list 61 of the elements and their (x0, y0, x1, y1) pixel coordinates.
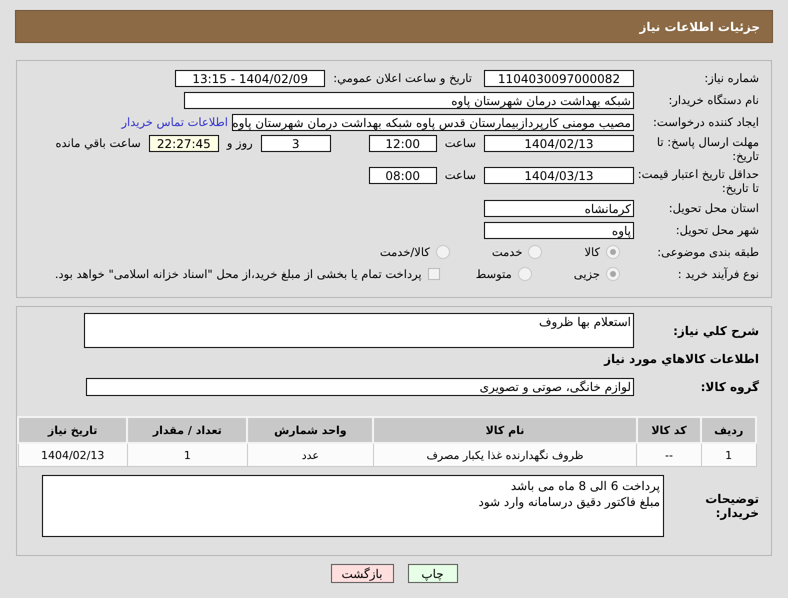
radio-button[interactable] (518, 267, 532, 281)
section-heading: اطلاعات کالاهاي مورد نیاز (604, 352, 760, 366)
field-label: تاریخ و ساعت اعلان عمومي: (333, 71, 472, 85)
remaining-label: ساعت باقي مانده (56, 135, 141, 152)
radio-label: کالا (584, 245, 600, 259)
checkbox-label: پرداخت تمام یا بخشی از مبلغ خرید،از محل "اسناد خزانه اسلامی" خواهد بود. (54, 267, 422, 281)
province-field[interactable]: کرمانشاه (484, 200, 634, 216)
column-header: کد کالا (636, 417, 702, 443)
column-header: تاریخ نیاز (18, 417, 128, 443)
goods-group-field[interactable]: لوازم خانگی، صوتی و تصویری (86, 378, 634, 396)
field-label: شرح کلي نیاز: (672, 324, 760, 338)
field-label: شهر محل تحویل: (674, 223, 760, 237)
field-label: حداقل تاریخ اعتبار قیمت: تا تاریخ: (636, 167, 760, 195)
radio-label: خدمت (492, 245, 522, 259)
field-label: توضیحات خریدار: (704, 492, 760, 520)
field-label: استان محل تحویل: (668, 201, 760, 215)
radio-label: متوسط (476, 267, 512, 281)
announce-date-field[interactable]: 1404/02/09 - 13:15 (175, 70, 326, 86)
days-field[interactable]: 3 (260, 135, 331, 152)
time-label: ساعت (444, 135, 476, 152)
radio-button[interactable] (606, 267, 620, 281)
field-label: شماره نیاز: (703, 71, 760, 85)
field-label: نوع فرآیند خرید : (676, 267, 760, 281)
need-number-field[interactable]: 1104030097000082 (484, 70, 634, 86)
radio-label: جزیی (574, 267, 600, 281)
table-cell: 1 (127, 443, 248, 466)
date-field[interactable]: 1404/02/13 (484, 135, 634, 152)
days-label: روز و (226, 135, 253, 152)
field-label: ایجاد کننده درخواست: (652, 115, 760, 129)
column-header: نام کالا (373, 417, 637, 443)
city-field[interactable]: پاوه (484, 222, 634, 238)
field-label: طبقه بندی موضوعی: (656, 245, 760, 259)
field-label: مهلت ارسال پاسخ: تا تاریخ: (656, 135, 760, 163)
field-label: گروه کالا: (700, 380, 760, 394)
checkbox[interactable] (428, 268, 440, 280)
buyer-notes-field[interactable]: پرداخت 6 الی 8 ماه می باشد مبلغ فاکتور دقیق درسامانه وارد شود (42, 475, 664, 537)
table-cell: عدد (247, 443, 374, 466)
time-label: ساعت (444, 167, 476, 184)
time-field[interactable]: 12:00 (368, 135, 437, 152)
creator-field[interactable]: مصیب مومنی کارپردازبیمارستان قدس پاوه شبکه بهداشت درمان شهرستان پاوه (232, 114, 634, 130)
date-field[interactable]: 1404/03/13 (484, 167, 634, 184)
radio-button[interactable] (436, 245, 450, 259)
back-button[interactable]: بازگشت (330, 564, 394, 583)
buyer-contact-link[interactable]: اطلاعات تماس خریدار (121, 115, 228, 129)
remaining-time-field: 22:27:45 (148, 135, 219, 152)
time-field[interactable]: 08:00 (368, 167, 437, 184)
column-header: واحد شمارش (247, 417, 374, 443)
buyer-field[interactable]: شبکه بهداشت درمان شهرستان پاوه (184, 92, 634, 108)
field-label: نام دستگاه خریدار: (667, 93, 760, 107)
column-header: ردیف (701, 417, 756, 443)
page-title: جزئیات اطلاعات نیاز (639, 20, 760, 34)
column-header: تعداد / مقدار (127, 417, 248, 443)
description-field[interactable]: استعلام بها ظروف (84, 313, 634, 348)
print-button[interactable]: چاپ (408, 564, 458, 583)
radio-button[interactable] (606, 245, 620, 259)
table-cell: ظروف نگهدارنده غذا یکبار مصرف (373, 443, 637, 466)
table-cell: -- (636, 443, 702, 466)
table-cell: 1 (701, 443, 756, 466)
radio-button[interactable] (528, 245, 542, 259)
table-cell: 1404/02/13 (18, 443, 128, 466)
radio-label: کالا/خدمت (380, 245, 430, 259)
